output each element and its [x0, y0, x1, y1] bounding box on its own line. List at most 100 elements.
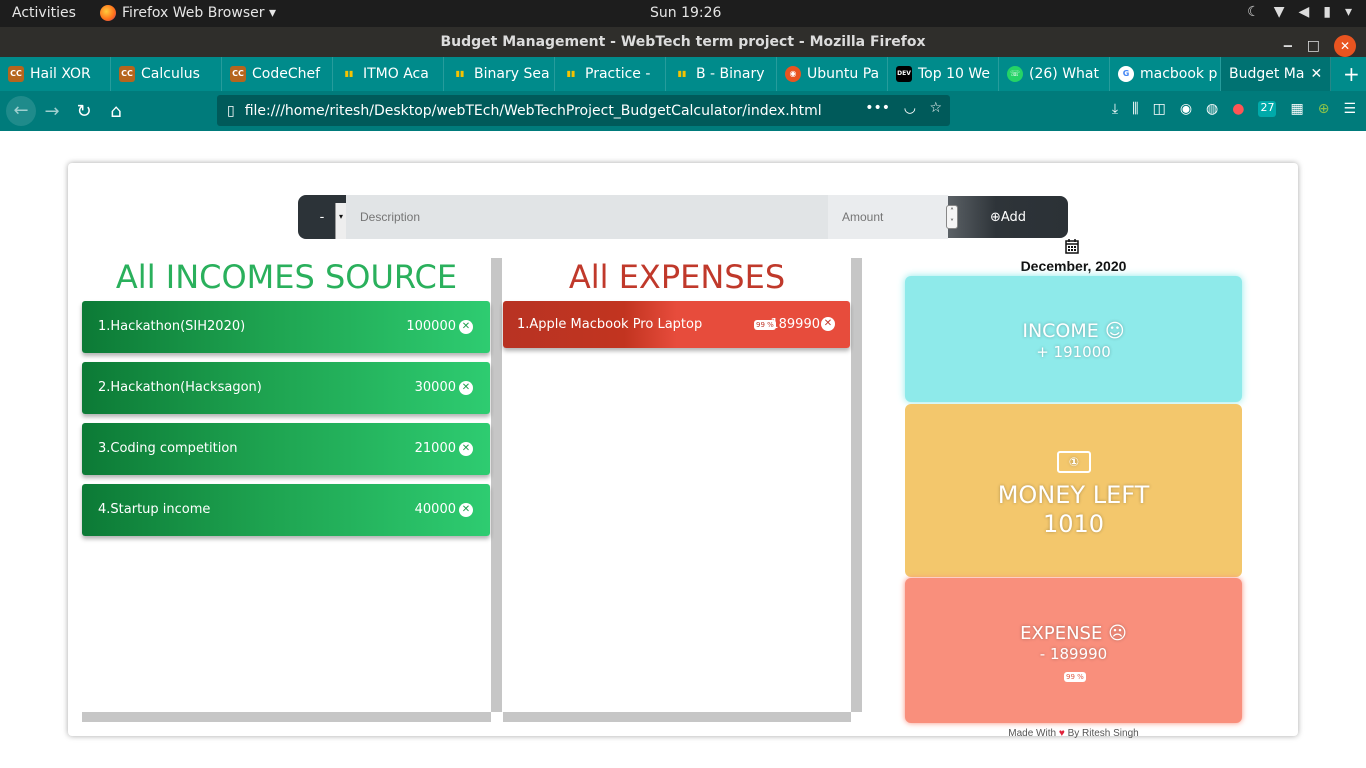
tab-label: CodeChef: [252, 66, 321, 82]
reload-button[interactable]: ↻: [68, 101, 100, 122]
tab[interactable]: CC Hail XOR: [0, 57, 111, 91]
income-item: 1.Hackathon(SIH2020) 100000 ✕: [82, 301, 490, 353]
sidebar-icon[interactable]: ◫: [1153, 101, 1166, 117]
delete-icon[interactable]: ✕: [459, 442, 473, 456]
navigation-bar: ← → ↻ ⌂ ▯ file:///home/ritesh/Desktop/we…: [0, 91, 1366, 131]
income-value: 100000: [406, 319, 456, 334]
adblock-icon[interactable]: ●: [1232, 101, 1244, 117]
codeforces-icon: ▮▮: [344, 69, 354, 78]
type-select-value: -: [319, 209, 325, 225]
volume-icon: ◀: [1298, 4, 1310, 20]
clock[interactable]: Sun 19:26: [650, 5, 721, 21]
income-value: 30000: [414, 380, 456, 395]
system-top-bar: Activities Firefox Web Browser ▾ Sun 19:…: [0, 0, 1366, 27]
calendar-icon: [1065, 239, 1079, 254]
window-title: Budget Management - WebTech term project…: [440, 34, 926, 50]
expense-summary-box: EXPENSE ☹ - 189990 99 %: [905, 578, 1242, 723]
tab-label: Ubuntu Pa: [807, 66, 880, 82]
tab[interactable]: ☏ (26) What: [999, 57, 1110, 91]
close-window-button[interactable]: ✕: [1334, 35, 1356, 57]
menu-icon[interactable]: ☰: [1343, 101, 1356, 117]
income-desc: 4.Startup income: [98, 502, 211, 517]
tab-label: Practice -: [585, 66, 651, 82]
expense-list-panel: All EXPENSES 1.Apple Macbook Pro Laptop …: [503, 258, 863, 722]
delete-icon[interactable]: ✕: [459, 381, 473, 395]
tab-label: macbook p: [1140, 66, 1218, 82]
tab-label: ITMO Aca: [363, 66, 429, 82]
account-icon[interactable]: ◉: [1180, 101, 1192, 117]
new-tab-button[interactable]: +: [1343, 62, 1360, 86]
income-summary-label: INCOME ☺: [1022, 320, 1125, 342]
amount-input[interactable]: [828, 195, 948, 239]
codechef-icon: CC: [230, 66, 246, 82]
budget-month: December, 2020: [1020, 258, 1127, 274]
close-tab-icon[interactable]: ✕: [1310, 66, 1322, 82]
calendar-badge[interactable]: 27: [1258, 101, 1277, 117]
income-summary-box: INCOME ☺ + 191000: [905, 276, 1242, 402]
tab[interactable]: ▮▮ ITMO Aca: [333, 57, 444, 91]
amount-stepper[interactable]: ˄ ˅: [946, 205, 958, 229]
url-bar[interactable]: ▯ file:///home/ritesh/Desktop/webTEch/We…: [217, 95, 950, 126]
income-item: 3.Coding competition 21000 ✕: [82, 423, 490, 475]
tab-active[interactable]: Budget Ma ✕: [1221, 57, 1331, 91]
add-button-label: Add: [1000, 209, 1027, 225]
app-menu[interactable]: Firefox Web Browser ▾: [100, 5, 276, 21]
expense-percent-badge: 99 %: [1064, 672, 1086, 682]
back-button[interactable]: ←: [6, 96, 36, 126]
tab[interactable]: CC Calculus: [111, 57, 222, 91]
forward-button[interactable]: →: [36, 101, 68, 122]
url-text: file:///home/ritesh/Desktop/webTEch/WebT…: [244, 102, 822, 119]
expense-desc: 1.Apple Macbook Pro Laptop: [517, 317, 703, 332]
delete-icon[interactable]: ✕: [821, 317, 835, 331]
page-icon: ▯: [227, 102, 235, 119]
extension-icon[interactable]: ◍: [1206, 101, 1218, 117]
activities-button[interactable]: Activities: [12, 5, 76, 21]
tab[interactable]: ▮▮ B - Binary: [666, 57, 777, 91]
money-left-value: 1010: [1042, 510, 1105, 538]
income-item: 4.Startup income 40000 ✕: [82, 484, 490, 536]
tab[interactable]: ▮▮ Practice -: [555, 57, 666, 91]
tab-strip: CC Hail XOR CC Calculus CC CodeChef ▮▮ ITMO …: [0, 57, 1366, 91]
tab-label: Calculus: [141, 66, 200, 82]
whatsapp-icon: ☏: [1007, 66, 1023, 82]
page-actions-icon[interactable]: •••: [865, 100, 890, 116]
tab[interactable]: Gmacbook p: [1110, 57, 1221, 91]
home-button[interactable]: ⌂: [100, 101, 132, 122]
system-tray[interactable]: ☾ ▼ ◀ ▮ ▾: [1247, 4, 1352, 20]
library-icon[interactable]: ⫼: [1132, 101, 1138, 117]
chevron-down-icon: ▾: [335, 203, 346, 239]
tab[interactable]: ◉ Ubuntu Pa: [777, 57, 888, 91]
tab[interactable]: DEV Top 10 We: [888, 57, 999, 91]
tab[interactable]: ▮▮ Binary Sea: [444, 57, 555, 91]
toolbar-icons: ⤓ ⫼ ◫ ◉ ◍ ● 27 ▦ ⊕ ☰: [1112, 101, 1356, 117]
horizontal-scrollbar[interactable]: [82, 712, 491, 722]
tab[interactable]: CC CodeChef: [222, 57, 333, 91]
money-bill-icon: ①: [1057, 451, 1091, 473]
footer: Made With ♥ By Ritesh Singh: [968, 728, 1179, 739]
app-menu-label: Firefox Web Browser ▾: [122, 5, 276, 21]
expense-item: 1.Apple Macbook Pro Laptop 99 % 189990 ✕: [503, 301, 850, 348]
expense-value: 189990: [770, 317, 820, 332]
codechef-icon: CC: [8, 66, 24, 82]
money-left-box: ① MONEY LEFT 1010: [905, 404, 1242, 577]
add-button[interactable]: ⊕ Add: [948, 196, 1068, 238]
chevron-down-icon: ▾: [1344, 4, 1352, 20]
horizontal-scrollbar[interactable]: [503, 712, 851, 722]
window-title-bar: Budget Management - WebTech term project…: [0, 27, 1366, 57]
delete-icon[interactable]: ✕: [459, 320, 473, 334]
codeforces-icon: ▮▮: [455, 69, 465, 78]
download-icon[interactable]: ⤓: [1112, 101, 1118, 117]
heart-icon: ♥: [1058, 728, 1065, 739]
extension-icon[interactable]: ▦: [1290, 101, 1303, 117]
plus-extension-icon[interactable]: ⊕: [1318, 101, 1330, 117]
type-select[interactable]: - ▾: [298, 195, 346, 239]
vertical-scrollbar[interactable]: [491, 258, 502, 712]
income-list-panel: All INCOMES SOURCE 1.Hackathon(SIH2020) …: [82, 258, 503, 722]
vertical-scrollbar[interactable]: [851, 258, 862, 712]
dev-icon: DEV: [896, 66, 912, 82]
delete-icon[interactable]: ✕: [459, 503, 473, 517]
bookmark-star-icon[interactable]: ☆: [929, 100, 942, 116]
income-item: 2.Hackathon(Hacksagon) 30000 ✕: [82, 362, 490, 414]
pocket-icon[interactable]: ◡: [904, 100, 916, 116]
description-input[interactable]: [346, 195, 828, 239]
